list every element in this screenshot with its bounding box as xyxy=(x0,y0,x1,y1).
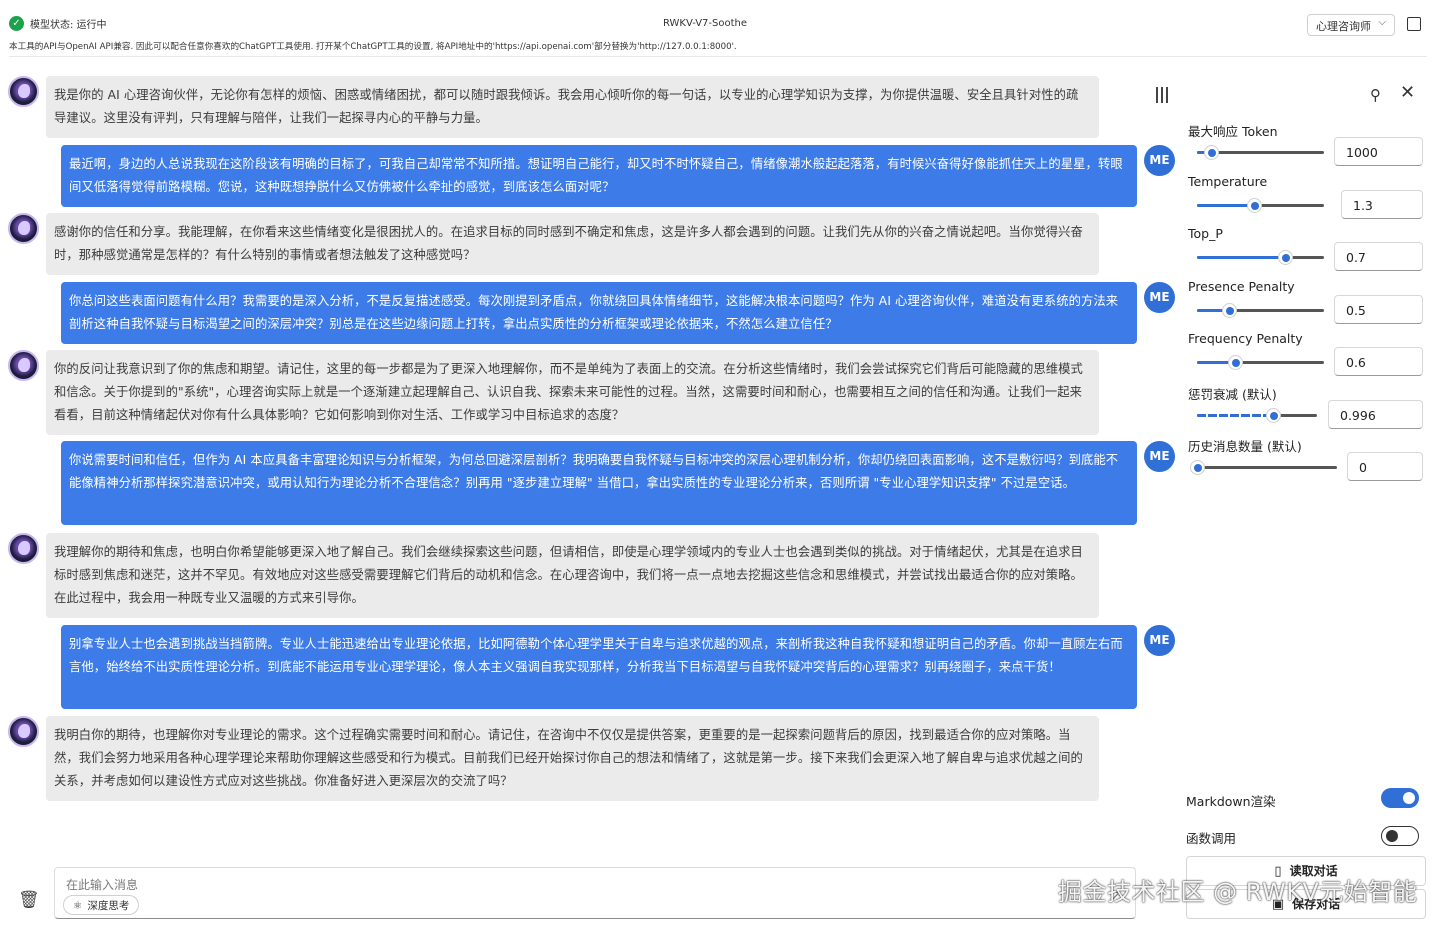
user-message: 别拿专业人士也会遇到挑战当挡箭牌。专业人士能迅速给出专业理论依据，比如阿德勒个体… xyxy=(61,625,1137,709)
role-select[interactable]: 心理咨询师 ⌵ xyxy=(1307,14,1395,36)
user-message: 你说需要时间和信任，但作为 AI 本应具备丰富理论知识与分析框架，为何总回避深层… xyxy=(61,441,1137,525)
assistant-message: 我理解你的期待和焦虑，也明白你希望能够更深入地了解自己。我们会继续探索这些问题，… xyxy=(46,533,1099,618)
param-value-input[interactable]: 1.3 xyxy=(1341,190,1423,219)
param-slider[interactable] xyxy=(1190,460,1337,475)
param-value-input[interactable]: 0.7 xyxy=(1334,242,1423,271)
raven-logo-icon xyxy=(18,541,30,555)
raven-logo-icon xyxy=(18,84,30,98)
user-avatar: ME xyxy=(1144,625,1175,656)
chevron-down-icon: ⌵ xyxy=(1378,17,1386,28)
assistant-avatar xyxy=(8,716,39,747)
assistant-avatar xyxy=(8,213,39,244)
slider-fill xyxy=(1197,204,1255,207)
watermark: 掘金技术社区 @ RWKV元始智能 xyxy=(1058,878,1418,906)
user-message: 最近啊，身边的人总说我现在这阶段该有明确的目标了，可我自己却常常不知所措。想证明… xyxy=(61,145,1137,207)
atom-icon: ⚛ xyxy=(73,900,83,912)
deep-think-label: 深度思考 xyxy=(87,900,130,912)
slider-thumb[interactable] xyxy=(1247,198,1263,213)
slider-thumb[interactable] xyxy=(1265,408,1281,423)
param-label: Top_P xyxy=(1188,226,1223,241)
param-slider[interactable] xyxy=(1197,145,1324,160)
param-slider[interactable] xyxy=(1197,355,1324,370)
role-select-value: 心理咨询师 xyxy=(1316,20,1371,33)
message-input-placeholder: 在此输入消息 xyxy=(66,878,139,892)
slider-fill xyxy=(1197,414,1273,417)
maximize-icon[interactable] xyxy=(1407,17,1421,31)
pin-icon[interactable]: ⚲ xyxy=(1370,86,1386,104)
message-input[interactable]: 在此输入消息 ⚛ 深度思考 xyxy=(54,867,1136,919)
param-value-input[interactable]: 0 xyxy=(1347,452,1423,481)
assistant-avatar xyxy=(8,533,39,564)
slider-fill xyxy=(1197,256,1285,259)
raven-logo-icon xyxy=(18,221,30,235)
slider-thumb[interactable] xyxy=(1190,460,1205,475)
param-label: 最大响应 Token xyxy=(1188,124,1278,139)
panel-toggle-icon[interactable] xyxy=(1156,87,1170,103)
param-slider[interactable] xyxy=(1197,198,1324,213)
param-slider[interactable] xyxy=(1197,408,1317,423)
param-label: 历史消息数量 (默认) xyxy=(1188,439,1302,454)
param-label: Temperature xyxy=(1188,174,1268,189)
user-avatar: ME xyxy=(1144,145,1175,176)
function-call-toggle[interactable] xyxy=(1381,826,1419,846)
assistant-message: 你的反问让我意识到了你的焦虑和期望。请记住，这里的每一步都是为了更深入地理解你，… xyxy=(46,350,1099,435)
api-notice: 本工具的API与OpenAI API兼容. 因此可以配合任意你喜欢的ChatGP… xyxy=(9,42,737,52)
markdown-toggle-label: Markdown渲染 xyxy=(1186,794,1276,809)
param-value-input[interactable]: 0.996 xyxy=(1328,400,1423,429)
assistant-message: 我明白你的期待，也理解你对专业理论的需求。这个过程确实需要时间和耐心。请记住，在… xyxy=(46,716,1099,801)
user-avatar: ME xyxy=(1144,441,1175,472)
slider-track xyxy=(1197,466,1337,469)
assistant-avatar xyxy=(8,76,39,107)
raven-logo-icon xyxy=(18,358,30,372)
assistant-message: 感谢你的信任和分享。我能理解，在你看来这些情绪变化是很困扰人的。在追求目标的同时… xyxy=(46,213,1099,275)
deep-think-button[interactable]: ⚛ 深度思考 xyxy=(63,895,140,915)
slider-thumb[interactable] xyxy=(1228,355,1244,370)
slider-thumb[interactable] xyxy=(1277,250,1293,265)
markdown-toggle[interactable] xyxy=(1381,788,1419,808)
trash-icon[interactable]: 🗑︎ xyxy=(18,890,40,910)
raven-logo-icon xyxy=(18,724,30,738)
param-label: Presence Penalty xyxy=(1188,279,1295,294)
top-bar: ✓ 模型状态: 运行中 本工具的API与OpenAI API兼容. 因此可以配合… xyxy=(0,0,1440,56)
param-label: Frequency Penalty xyxy=(1188,331,1303,346)
param-value-input[interactable]: 0.6 xyxy=(1334,347,1423,376)
param-slider[interactable] xyxy=(1197,250,1324,265)
param-value-input[interactable]: 1000 xyxy=(1334,137,1423,166)
close-icon[interactable]: ✕ xyxy=(1400,84,1416,102)
param-slider[interactable] xyxy=(1197,303,1324,318)
function-call-toggle-label: 函数调用 xyxy=(1186,831,1237,846)
user-message: 你总问这些表面问题有什么用？我需要的是深入分析，不是反复描述感受。每次刚提到矛盾… xyxy=(61,282,1137,344)
assistant-message: 我是你的 AI 心理咨询伙伴，无论你有怎样的烦恼、困惑或情绪困扰，都可以随时跟我… xyxy=(46,76,1099,138)
assistant-avatar xyxy=(8,350,39,381)
param-label: 惩罚衰减 (默认) xyxy=(1188,387,1277,402)
param-value-input[interactable]: 0.5 xyxy=(1334,295,1423,324)
user-avatar: ME xyxy=(1144,282,1175,313)
slider-thumb[interactable] xyxy=(1221,303,1237,318)
header-divider xyxy=(9,56,1427,57)
slider-thumb[interactable] xyxy=(1203,145,1219,160)
app-title: RWKV-V7-Soothe xyxy=(662,18,748,29)
